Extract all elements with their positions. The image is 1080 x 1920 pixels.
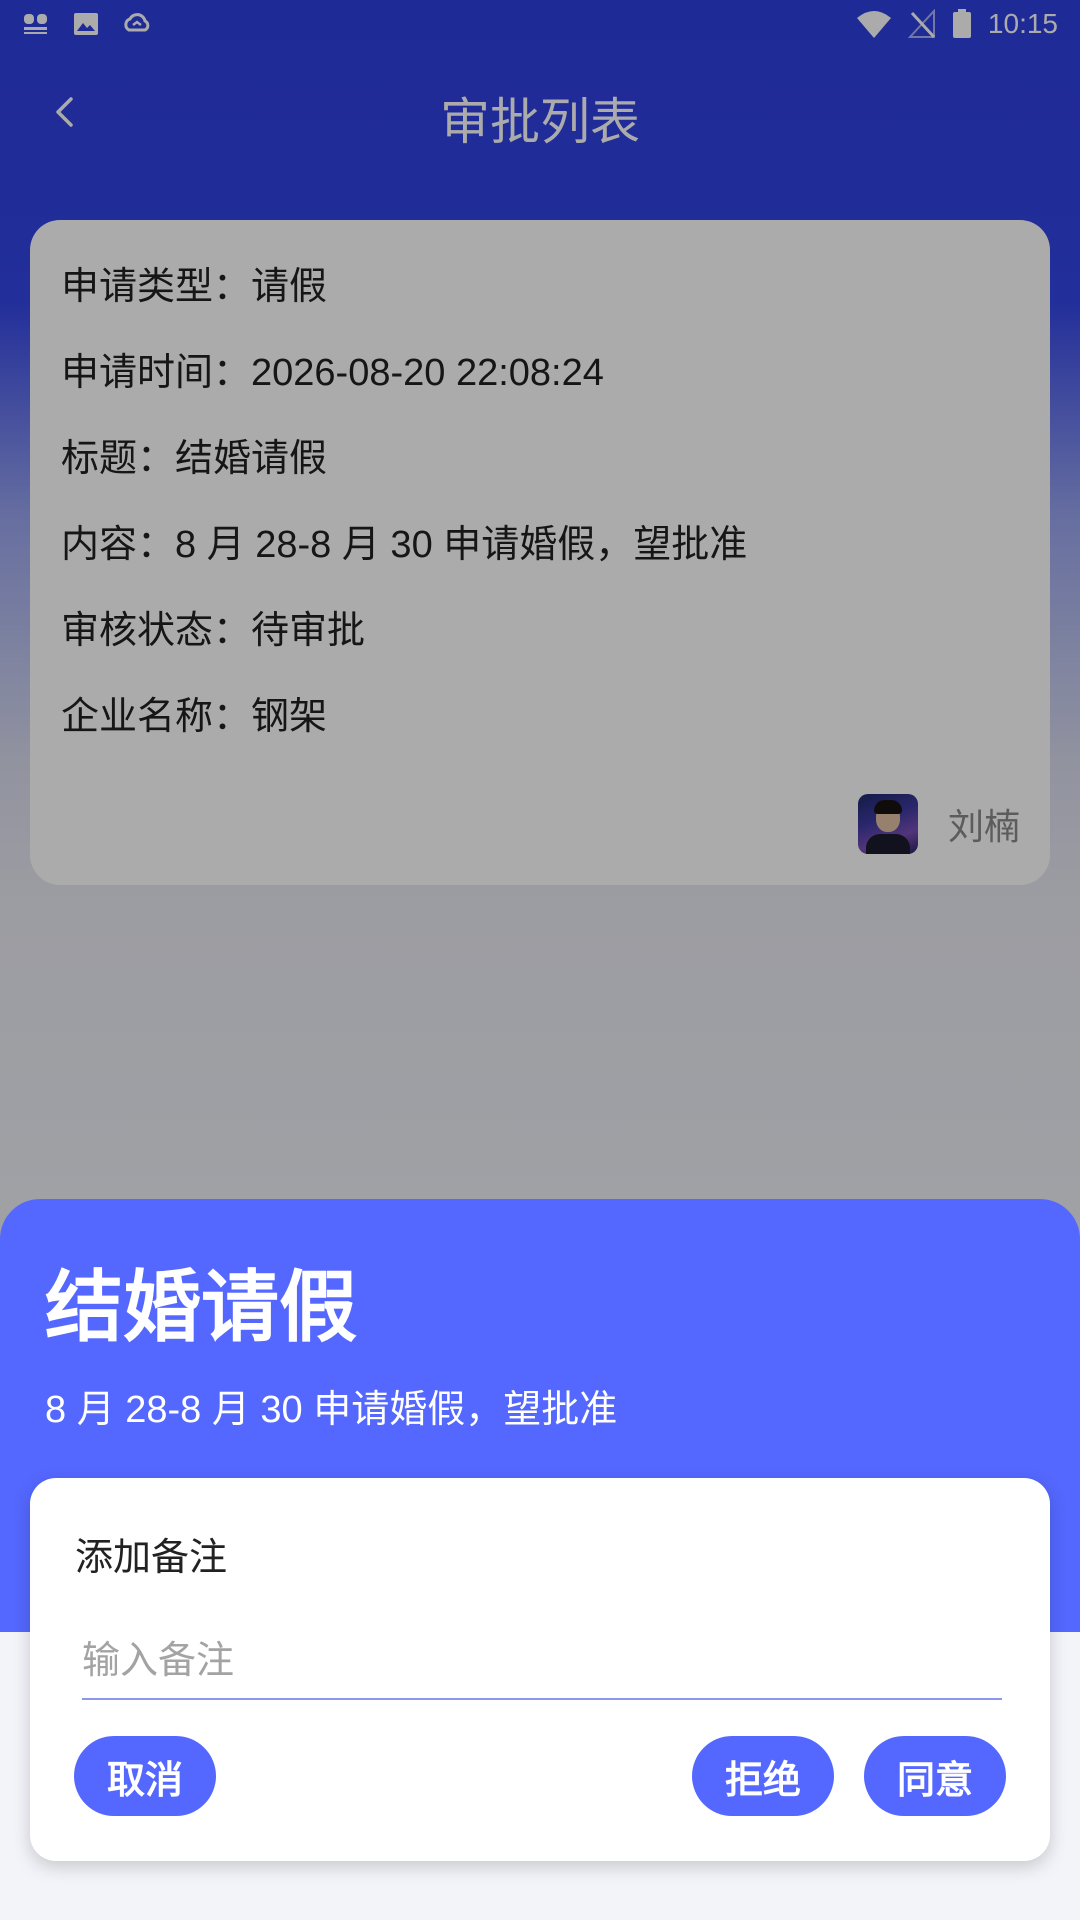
cancel-button[interactable]: 取消 bbox=[74, 1736, 216, 1816]
remark-input[interactable] bbox=[82, 1628, 1002, 1700]
sheet-content: 8 月 28-8 月 30 申请婚假，望批准 bbox=[45, 1389, 618, 1431]
sheet-title: 结婚请假 bbox=[45, 1263, 358, 1353]
remark-dialog: 添加备注 取消 拒绝 同意 bbox=[30, 1478, 1050, 1861]
dialog-title: 添加备注 bbox=[75, 1535, 228, 1579]
reject-button[interactable]: 拒绝 bbox=[692, 1736, 834, 1816]
screen: 10:15 审批列表 申请类型：请假 申请时间：2026-08-20 22:08… bbox=[0, 0, 1080, 1920]
agree-button[interactable]: 同意 bbox=[864, 1736, 1006, 1816]
